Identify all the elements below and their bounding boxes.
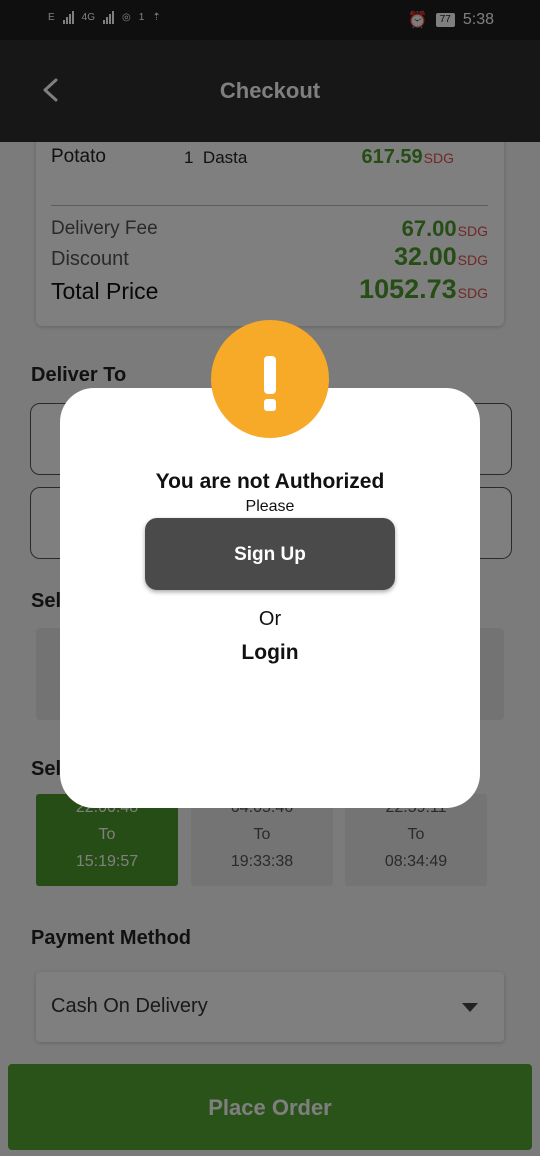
login-link[interactable]: Login bbox=[60, 641, 480, 665]
sign-up-button[interactable]: Sign Up bbox=[145, 518, 395, 590]
auth-dialog: You are not Authorized Please Sign Up Or… bbox=[60, 388, 480, 808]
dialog-or-text: Or bbox=[258, 608, 282, 630]
alert-exclamation-bar bbox=[264, 356, 276, 394]
alert-exclamation-dot bbox=[264, 399, 276, 411]
dialog-please-text: Please bbox=[245, 498, 295, 515]
dialog-title: You are not Authorized bbox=[155, 470, 385, 493]
alert-icon bbox=[211, 320, 329, 438]
